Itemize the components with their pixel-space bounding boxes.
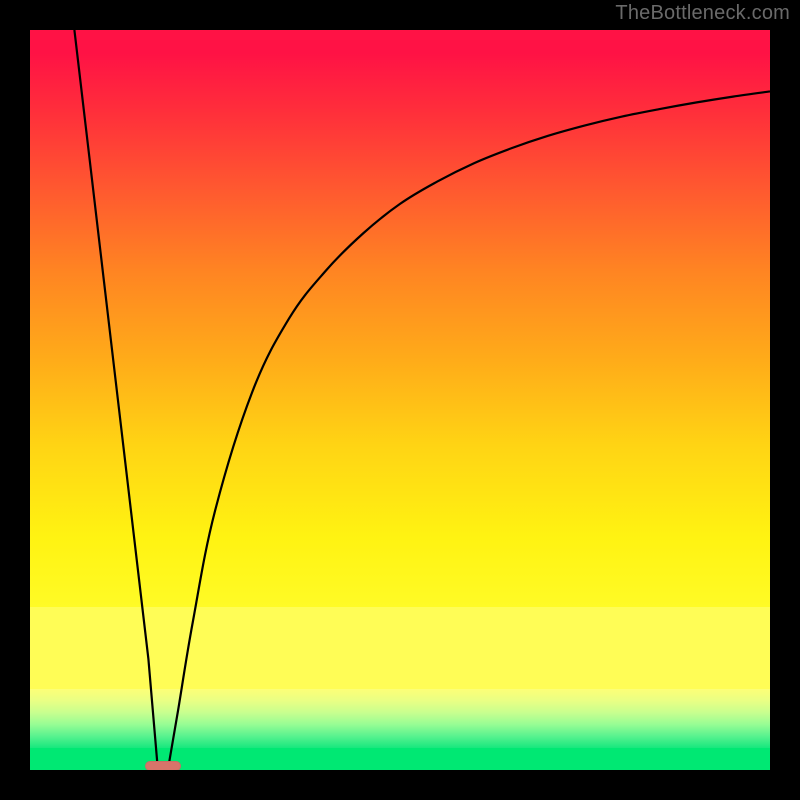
chart-frame: TheBottleneck.com — [0, 0, 800, 800]
curve-right-branch — [169, 91, 770, 762]
curve-layer — [30, 30, 770, 770]
curve-left-branch — [74, 30, 157, 763]
minimum-marker — [145, 761, 181, 770]
plot-area — [30, 30, 770, 770]
attribution-label: TheBottleneck.com — [615, 2, 790, 25]
